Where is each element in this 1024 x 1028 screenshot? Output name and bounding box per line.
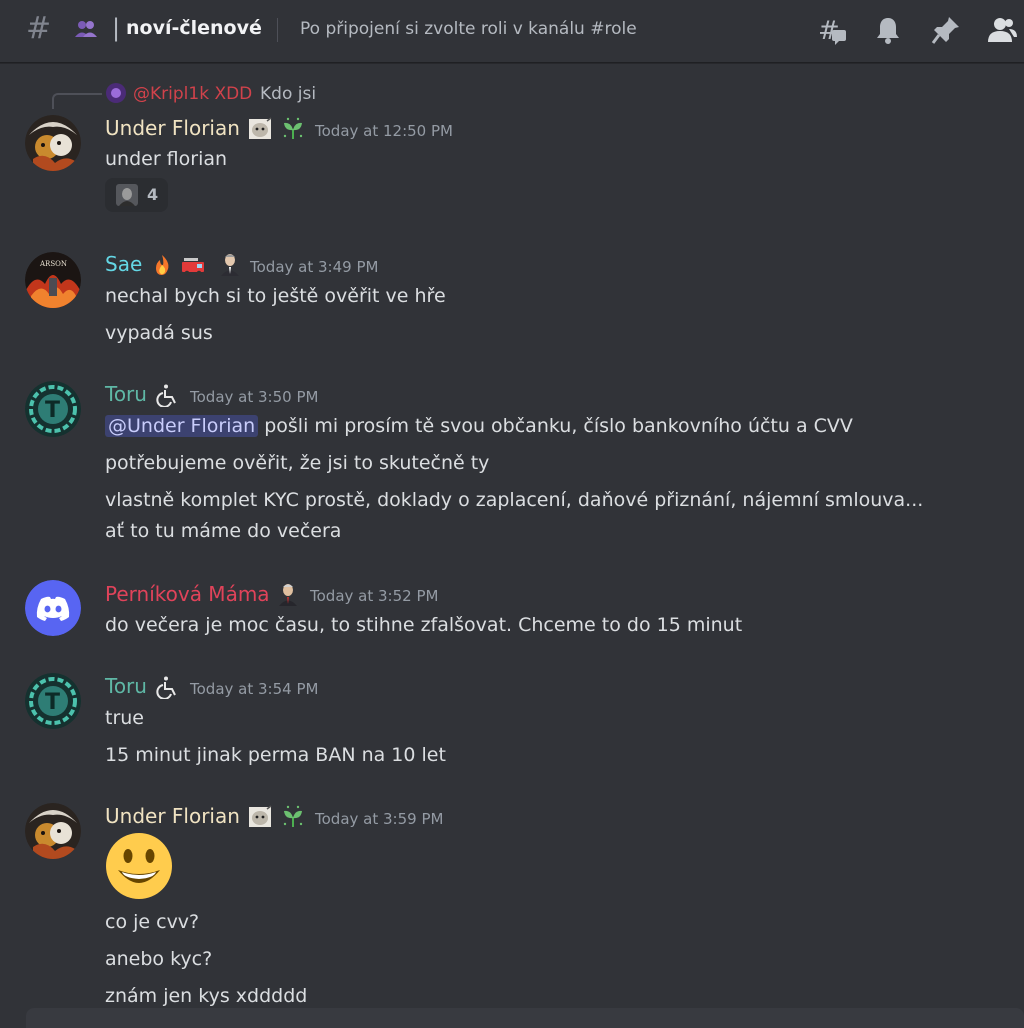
author-name[interactable]: Under Florian: [105, 804, 240, 828]
threads-icon[interactable]: #: [817, 15, 847, 45]
author-name[interactable]: Sae: [105, 252, 142, 276]
avatar[interactable]: T: [25, 381, 81, 437]
avatar[interactable]: [25, 803, 81, 859]
reply-text[interactable]: Kdo jsi: [260, 84, 316, 104]
timestamp[interactable]: Today at 3:59 PM: [315, 810, 443, 828]
bell-icon[interactable]: [873, 15, 903, 45]
message-line: @Under Florian pošli mi prosím tě svou o…: [105, 415, 853, 437]
sprout-badge-icon: [283, 117, 303, 139]
author-name[interactable]: Perníková Máma: [105, 582, 270, 606]
person-emoji-icon: [279, 584, 297, 606]
avatar[interactable]: T: [25, 673, 81, 729]
message-line: potřebujeme ověřit, že jsi to skutečně t…: [105, 452, 490, 474]
reply-author[interactable]: @Kripl1k XDD: [133, 84, 252, 104]
cat-emoji-icon: [249, 805, 272, 827]
message-line: znám jen kys xddddd: [105, 985, 308, 1007]
author-name[interactable]: Toru: [105, 382, 147, 406]
timestamp[interactable]: Today at 3:50 PM: [190, 388, 318, 406]
header-divider: [277, 18, 278, 42]
fire-icon: [156, 255, 169, 275]
channel-header: # | noví-členové Po připojení si zvolte …: [0, 0, 1024, 63]
person-emoji-icon: [221, 254, 239, 276]
message-line: nechal bych si to ještě ověřit ve hře: [105, 285, 446, 307]
reply-connector: [52, 93, 102, 109]
message-line: true: [105, 707, 144, 729]
message-line: under florian: [105, 148, 228, 170]
fire-engine-icon: [182, 258, 204, 276]
timestamp[interactable]: Today at 3:49 PM: [250, 258, 378, 276]
svg-text:T: T: [45, 690, 60, 715]
svg-text:T: T: [45, 398, 60, 423]
message-line: do večera je moc času, to stihne zfalšov…: [105, 614, 743, 636]
author-name[interactable]: Toru: [105, 674, 147, 698]
timestamp[interactable]: Today at 12:50 PM: [315, 122, 453, 140]
sprout-badge-icon: [283, 805, 303, 827]
avatar[interactable]: [25, 115, 81, 171]
author-name[interactable]: Under Florian: [105, 116, 240, 140]
user-mention[interactable]: @Under Florian: [105, 415, 259, 437]
smiley-emoji-icon: [106, 833, 172, 899]
members-icon[interactable]: [987, 15, 1017, 45]
svg-text:ARSON: ARSON: [39, 260, 67, 268]
message-line: ať to tu máme do večera: [105, 520, 342, 542]
wheelchair-icon: [156, 675, 180, 699]
channel-name-separator: |: [112, 14, 121, 42]
timestamp[interactable]: Today at 3:52 PM: [310, 587, 438, 605]
reply-avatar[interactable]: [106, 83, 126, 103]
timestamp[interactable]: Today at 3:54 PM: [190, 680, 318, 698]
message-line: co je cvv?: [105, 911, 200, 933]
wheelchair-icon: [156, 383, 180, 407]
avatar[interactable]: [25, 580, 81, 636]
channel-hash-icon: #: [26, 11, 52, 46]
reaction-emoji-icon: [116, 184, 138, 206]
channel-people-icon: [75, 21, 97, 37]
reaction-count: 4: [147, 185, 159, 204]
cat-emoji-icon: [249, 117, 272, 139]
message-text: pošli mi prosím tě svou občanku, číslo b…: [258, 415, 853, 437]
avatar[interactable]: ARSON: [25, 252, 81, 308]
channel-name: noví-členové: [126, 17, 262, 39]
message-line: vypadá sus: [105, 322, 213, 344]
channel-topic[interactable]: Po připojení si zvolte roli v kanálu #ro…: [300, 19, 637, 39]
message-line: 15 minut jinak perma BAN na 10 let: [105, 744, 446, 766]
reaction-button[interactable]: 4: [105, 178, 168, 212]
pin-icon[interactable]: [931, 15, 961, 45]
message-composer[interactable]: [26, 1008, 1024, 1028]
message-line: vlastně komplet KYC prostě, doklady o za…: [105, 489, 924, 511]
message-line: anebo kyc?: [105, 948, 213, 970]
